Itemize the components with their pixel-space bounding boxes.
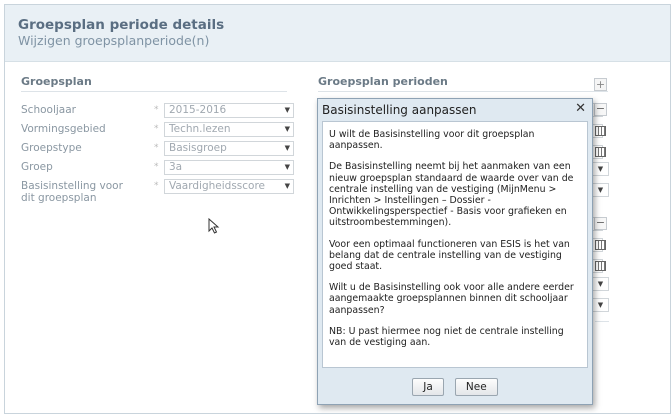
remove-period-button[interactable]: − bbox=[594, 103, 607, 116]
vormingsgebied-label: Vormingsgebied bbox=[21, 123, 106, 135]
calendar-icon[interactable] bbox=[595, 261, 606, 271]
groep-value: 3a bbox=[169, 161, 183, 173]
groep-select[interactable]: 3a ▼ bbox=[164, 160, 294, 175]
add-period-button[interactable]: + bbox=[594, 78, 607, 91]
dialog-footer: Ja Nee bbox=[318, 375, 592, 396]
period-select[interactable]: ▼ bbox=[593, 298, 609, 312]
groep-label: Groep bbox=[21, 161, 53, 173]
field-groepstype: Groepstype * Basisgroep ▼ bbox=[21, 141, 294, 157]
vormingsgebied-value: Techn.lezen bbox=[169, 123, 231, 135]
basisinstelling-label: Basisinstelling voor dit groepsplan bbox=[21, 180, 123, 204]
groepstype-select[interactable]: Basisgroep ▼ bbox=[164, 141, 294, 156]
field-schooljaar: Schooljaar * 2015-2016 ▼ bbox=[21, 103, 294, 119]
period-select[interactable]: ▼ bbox=[593, 183, 609, 197]
yes-button[interactable]: Ja bbox=[412, 378, 444, 396]
groepstype-value: Basisgroep bbox=[169, 142, 227, 154]
perioden-divider bbox=[318, 91, 608, 92]
groepstype-label: Groepstype bbox=[21, 142, 82, 154]
dialog-paragraph: Voor een optimaal functioneren van ESIS … bbox=[329, 238, 570, 273]
dropdown-arrow-icon: ▼ bbox=[284, 163, 290, 171]
dialog-body: U wilt de Basisinstelling voor dit groep… bbox=[322, 121, 588, 368]
required-marker: * bbox=[154, 162, 159, 172]
basisinstelling-select[interactable]: Vaardigheidsscore ▼ bbox=[164, 179, 294, 194]
dialog-title: Basisinstelling aanpassen bbox=[322, 103, 477, 117]
dialog-paragraph: De Basisinstelling neemt bij het aanmake… bbox=[329, 161, 574, 229]
vormingsgebied-select[interactable]: Techn.lezen ▼ bbox=[164, 122, 294, 137]
dropdown-arrow-icon: ▼ bbox=[284, 106, 290, 114]
required-marker: * bbox=[154, 124, 159, 134]
schooljaar-label: Schooljaar bbox=[21, 104, 76, 116]
no-button[interactable]: Nee bbox=[454, 378, 498, 396]
groepsplan-divider bbox=[21, 91, 287, 92]
period-select[interactable]: ▼ bbox=[593, 162, 609, 176]
perioden-section-title: Groepsplan perioden bbox=[318, 75, 448, 88]
groepsplan-section-title: Groepsplan bbox=[21, 75, 92, 88]
remove-period-button[interactable]: − bbox=[594, 217, 607, 230]
page-subtitle: Wijzigen groepsplanperiode(n) bbox=[18, 33, 210, 48]
schooljaar-select[interactable]: 2015-2016 ▼ bbox=[164, 103, 294, 118]
required-marker: * bbox=[154, 105, 159, 115]
field-groep: Groep * 3a ▼ bbox=[21, 160, 294, 176]
field-vormingsgebied: Vormingsgebied * Techn.lezen ▼ bbox=[21, 122, 294, 138]
close-icon[interactable]: ✕ bbox=[575, 101, 586, 116]
page-title: Groepsplan periode details bbox=[18, 17, 225, 33]
required-marker: * bbox=[154, 181, 159, 191]
field-basisinstelling: Basisinstelling voor dit groepsplan * Va… bbox=[21, 179, 294, 207]
basisinstelling-dialog: Basisinstelling aanpassen ✕ U wilt de Ba… bbox=[317, 98, 593, 405]
dropdown-arrow-icon: ▼ bbox=[284, 125, 290, 133]
dialog-paragraph: U wilt de Basisinstelling voor dit groep… bbox=[329, 129, 535, 152]
details-panel: Groepsplan periode details Wijzigen groe… bbox=[4, 4, 671, 414]
basisinstelling-value: Vaardigheidsscore bbox=[169, 180, 265, 192]
calendar-icon[interactable] bbox=[595, 240, 606, 250]
dropdown-arrow-icon: ▼ bbox=[284, 182, 290, 190]
calendar-icon[interactable] bbox=[595, 147, 606, 157]
dropdown-arrow-icon: ▼ bbox=[284, 144, 290, 152]
mouse-cursor-icon bbox=[208, 218, 220, 234]
schooljaar-value: 2015-2016 bbox=[169, 104, 227, 116]
calendar-icon[interactable] bbox=[595, 126, 606, 136]
dialog-paragraph: NB: U past hiermee nog niet de centrale … bbox=[329, 325, 564, 349]
panel-header: Groepsplan periode details Wijzigen groe… bbox=[5, 5, 670, 62]
period-divider bbox=[595, 321, 609, 322]
required-marker: * bbox=[154, 143, 159, 153]
period-select[interactable]: ▼ bbox=[593, 277, 609, 291]
dialog-paragraph: Wilt u de Basisinstelling ook voor alle … bbox=[329, 282, 574, 316]
